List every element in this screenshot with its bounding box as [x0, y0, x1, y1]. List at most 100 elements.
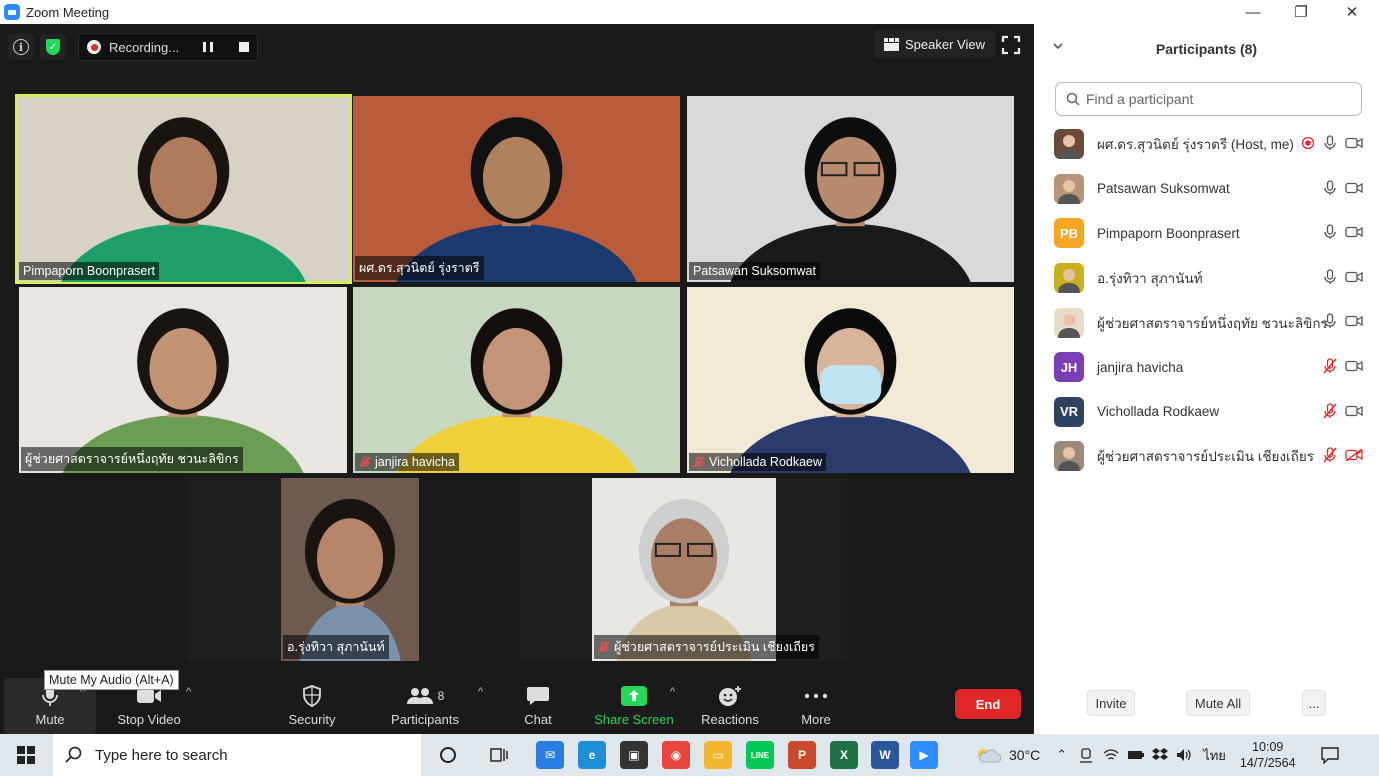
- participant-avatar: PB: [1054, 218, 1084, 249]
- panel-more-button[interactable]: ...: [1302, 690, 1326, 716]
- chat-bubble-icon: [525, 684, 551, 708]
- edge-app-icon[interactable]: e: [578, 741, 606, 769]
- line-app-icon[interactable]: LINE: [746, 741, 774, 769]
- video-camera-icon: [1345, 137, 1363, 149]
- speaker-view-button[interactable]: Speaker View: [874, 30, 995, 58]
- taskbar-search-input[interactable]: Type here to search: [53, 734, 421, 776]
- encryption-button[interactable]: ✓: [40, 34, 66, 60]
- window-title: Zoom Meeting: [26, 4, 110, 20]
- microphone-icon: [1324, 313, 1336, 329]
- recording-indicator: Recording...: [78, 33, 258, 61]
- meet-now-icon[interactable]: [1079, 747, 1093, 763]
- video-tile-name: Pimpaporn Boonprasert: [19, 262, 160, 280]
- pause-recording-button[interactable]: [203, 42, 213, 52]
- close-button[interactable]: ✕: [1332, 0, 1372, 24]
- chat-button[interactable]: Chat: [510, 668, 566, 734]
- participant-status-icons: [1323, 447, 1363, 463]
- participant-row[interactable]: ผู้ช่วยศาสตราจารย์หนึ่งฤทัย ชวนะลิขิกร: [1034, 300, 1379, 345]
- taskbar-clock[interactable]: 10:09 14/7/2564: [1240, 739, 1296, 771]
- video-tile-name-label: janjira havicha: [375, 455, 455, 469]
- participant-row[interactable]: อ.รุ่งทิวา สุภานันท์: [1034, 256, 1379, 301]
- mic-muted-icon: [1323, 358, 1337, 374]
- mute-all-button[interactable]: Mute All: [1186, 690, 1250, 716]
- participant-row[interactable]: Patsawan Suksomwat: [1034, 167, 1379, 212]
- participant-row[interactable]: ผศ.ดร.สุวนิตย์ รุ่งราตรี (Host, me): [1034, 122, 1379, 167]
- dropbox-icon[interactable]: [1151, 747, 1169, 763]
- input-language[interactable]: ไทย: [1203, 745, 1226, 766]
- participant-row[interactable]: JH janjira havicha: [1034, 345, 1379, 390]
- video-options-caret[interactable]: ^: [186, 686, 191, 698]
- video-tile-name-label: ผู้ช่วยศาสตราจารย์ประเมิน เชียงเถียร: [614, 640, 815, 654]
- windows-taskbar: Type here to search ✉ e ▣ ◉ ▭ LINE P X W ▶ 30°C ⌃…: [0, 734, 1379, 776]
- powerpoint-app-icon[interactable]: P: [788, 741, 816, 769]
- clock-time: 10:09: [1252, 740, 1284, 754]
- video-tile-name: Patsawan Suksomwat: [689, 262, 820, 280]
- mail-app-icon[interactable]: ✉: [536, 741, 564, 769]
- participant-name: ผู้ช่วยศาสตราจารย์ประเมิน เชียงเถียร: [1097, 449, 1314, 465]
- share-options-caret[interactable]: ^: [670, 686, 675, 698]
- zoom-app-icon[interactable]: ▶: [910, 741, 938, 769]
- participants-button[interactable]: 8 Participants: [386, 668, 464, 734]
- notification-icon[interactable]: [1320, 746, 1340, 764]
- excel-app-icon[interactable]: X: [830, 741, 858, 769]
- video-tile-name-label: Pimpaporn Boonprasert: [23, 264, 156, 278]
- wifi-icon[interactable]: [1103, 748, 1119, 762]
- video-tile[interactable]: Vichollada Rodkaew: [687, 287, 1014, 473]
- video-camera-icon: [1345, 227, 1363, 238]
- video-tile[interactable]: Pimpaporn Boonprasert: [15, 94, 352, 284]
- explorer-app-icon[interactable]: ▭: [704, 741, 732, 769]
- video-tile-name-label: อ.รุ่งทิวา สุภานันท์: [287, 640, 385, 654]
- video-tile-name-label: Patsawan Suksomwat: [693, 264, 816, 278]
- participant-video: [62, 308, 304, 473]
- participants-panel-title: Participants (8): [1155, 41, 1258, 57]
- participant-video: [61, 117, 306, 282]
- participant-video: [592, 478, 776, 661]
- task-view-icon[interactable]: [489, 745, 509, 765]
- participants-options-caret[interactable]: ^: [478, 686, 483, 698]
- reactions-label: Reactions: [701, 712, 759, 727]
- video-tile-name-label: Vichollada Rodkaew: [709, 455, 823, 469]
- chrome-app-icon[interactable]: ◉: [662, 741, 690, 769]
- tray-chevron-icon[interactable]: ⌃: [1056, 747, 1067, 763]
- minimize-button[interactable]: —: [1233, 0, 1273, 24]
- participant-video: [281, 478, 419, 661]
- invite-button[interactable]: Invite: [1087, 690, 1135, 716]
- participant-search-input[interactable]: Find a participant: [1055, 82, 1362, 116]
- weather-cloud-icon: [978, 749, 1001, 763]
- store-app-icon[interactable]: ▣: [620, 741, 648, 769]
- reactions-button[interactable]: Reactions: [696, 668, 764, 734]
- volume-icon[interactable]: [1175, 747, 1193, 763]
- mic-muted-icon: [693, 456, 705, 468]
- fullscreen-icon[interactable]: [1000, 34, 1022, 56]
- video-tile[interactable]: อ.รุ่งทิวา สุภานันท์: [187, 478, 419, 661]
- restore-button[interactable]: ❐: [1281, 0, 1321, 24]
- participant-row[interactable]: PB Pimpaporn Boonprasert: [1034, 211, 1379, 256]
- video-tile[interactable]: ผศ.ดร.สุวนิตย์ รุ่งราตรี: [353, 96, 680, 282]
- participant-avatar: [1054, 441, 1084, 472]
- participant-status-icons: [1323, 269, 1363, 285]
- battery-icon[interactable]: [1127, 749, 1145, 761]
- video-tile[interactable]: janjira havicha: [353, 287, 680, 473]
- meeting-info-button[interactable]: i: [8, 34, 34, 60]
- participant-status-icons: [1323, 402, 1363, 419]
- video-tile[interactable]: ผู้ช่วยศาสตราจารย์ประเมิน เชียงเถียร: [520, 478, 847, 661]
- participant-status-icons: [1323, 313, 1363, 329]
- chevron-down-icon[interactable]: [1052, 40, 1064, 52]
- video-tile[interactable]: ผู้ช่วยศาสตราจารย์หนึ่งฤทัย ชวนะลิขิกร: [19, 287, 347, 473]
- participant-name: Pimpaporn Boonprasert: [1097, 225, 1240, 241]
- end-meeting-button[interactable]: End: [955, 689, 1021, 719]
- security-button[interactable]: Security: [272, 668, 352, 734]
- cortana-icon[interactable]: [439, 746, 457, 764]
- windows-start-icon[interactable]: [17, 746, 35, 764]
- video-tile[interactable]: Patsawan Suksomwat: [687, 96, 1014, 282]
- participant-name: Vichollada Rodkaew: [1097, 404, 1220, 420]
- participant-row[interactable]: ผู้ช่วยศาสตราจารย์ประเมิน เชียงเถียร: [1034, 434, 1379, 479]
- share-screen-button[interactable]: Share Screen: [592, 668, 676, 734]
- more-button[interactable]: More: [792, 668, 840, 734]
- weather-temp[interactable]: 30°C: [1009, 747, 1040, 763]
- participant-name: Patsawan Suksomwat: [1097, 181, 1230, 197]
- participant-row[interactable]: VR Vichollada Rodkaew: [1034, 390, 1379, 435]
- word-app-icon[interactable]: W: [871, 741, 899, 769]
- participant-search-placeholder: Find a participant: [1086, 91, 1194, 107]
- stop-recording-button[interactable]: [239, 42, 249, 52]
